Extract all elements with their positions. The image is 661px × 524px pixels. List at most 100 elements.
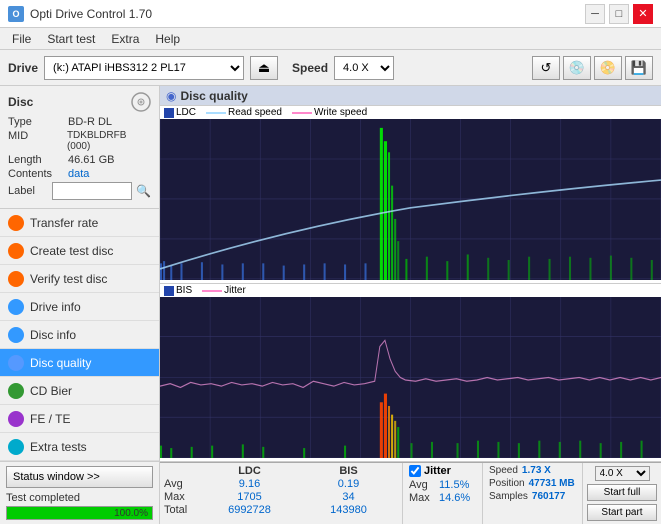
status-window-button[interactable]: Status window >> [6, 466, 153, 488]
disc-info-label: Disc info [30, 328, 76, 342]
menu-start-test[interactable]: Start test [39, 30, 103, 48]
position-label: Position [489, 478, 525, 489]
read-speed-legend-label: Read speed [228, 107, 282, 118]
speed-selector[interactable]: 4.0 X [334, 56, 394, 80]
disc-write-button[interactable]: 📀 [594, 56, 622, 80]
stats-row: LDC BIS Avg 9.16 0.19 Max 1705 34 Tota [160, 462, 661, 524]
menu-help[interactable]: Help [147, 30, 188, 48]
transfer-rate-label: Transfer rate [30, 216, 98, 230]
jitter-avg: 11.5% [439, 479, 469, 491]
cd-bier-icon [8, 383, 24, 399]
disc-info-icon [8, 327, 24, 343]
bis-chart-container: BIS Jitter [160, 284, 661, 462]
label-search-icon[interactable]: 🔍 [136, 184, 151, 198]
close-button[interactable]: ✕ [633, 4, 653, 24]
read-speed-legend-item: Read speed [206, 107, 282, 118]
ldc-chart-container: LDC Read speed Write speed [160, 106, 661, 284]
disc-read-button[interactable]: 💿 [563, 56, 591, 80]
write-speed-legend-label: Write speed [314, 107, 367, 118]
jitter-avg-label: Avg [409, 479, 439, 491]
drive-label: Drive [8, 61, 38, 75]
disc-mid-row: MID TDKBLDRFB (000) [8, 130, 151, 152]
bis-chart-svg: 40 35 30 25 20 15 10 5 20% 16% 12% 8% 4%… [160, 297, 661, 458]
length-value: 46.61 GB [68, 154, 114, 166]
type-value: BD-R DL [68, 116, 112, 128]
speed-info-label: Speed [489, 465, 518, 476]
eject-button[interactable]: ⏏ [250, 56, 278, 80]
ldc-color-box [164, 108, 174, 118]
menu-extra[interactable]: Extra [103, 30, 147, 48]
disc-quality-icon [8, 355, 24, 371]
jitter-stats: Jitter Avg 11.5% Max 14.6% [403, 463, 483, 524]
read-speed-color [206, 112, 226, 114]
extra-tests-label: Extra tests [30, 440, 87, 454]
ldc-avg: 9.16 [200, 478, 299, 490]
title-bar: O Opti Drive Control 1.70 ─ □ ✕ [0, 0, 661, 28]
ldc-total: 6992728 [200, 504, 299, 516]
save-button[interactable]: 💾 [625, 56, 653, 80]
app-icon: O [8, 6, 24, 22]
verify-test-disc-icon [8, 271, 24, 287]
avg-label: Avg [164, 478, 200, 490]
minimize-button[interactable]: ─ [585, 4, 605, 24]
main-area: Disc Type BD-R DL MID TDKBLDRFB (000) Le… [0, 86, 661, 524]
create-test-disc-icon [8, 243, 24, 259]
jitter-legend-item: Jitter [202, 285, 246, 296]
progress-bar: 100.0% [6, 506, 153, 520]
disc-quality-header-icon: ◉ [166, 89, 176, 103]
transfer-rate-icon [8, 215, 24, 231]
samples-val: 760177 [532, 491, 565, 502]
sidebar-item-transfer-rate[interactable]: Transfer rate [0, 209, 159, 237]
jitter-checkbox[interactable] [409, 465, 421, 477]
disc-icon [131, 92, 151, 112]
jitter-max: 14.6% [439, 492, 470, 504]
sidebar-item-drive-info[interactable]: Drive info [0, 293, 159, 321]
disc-quality-title: Disc quality [180, 89, 247, 103]
jitter-max-label: Max [409, 492, 439, 504]
mid-value: TDKBLDRFB (000) [67, 130, 151, 152]
jitter-legend-label: Jitter [224, 285, 246, 296]
bis-header: BIS [299, 465, 398, 477]
bis-legend-item: BIS [164, 285, 192, 296]
ldc-chart-svg: 2000 1500 1000 500 0.0 18X 16X 14X 12X 1… [160, 119, 661, 280]
maximize-button[interactable]: □ [609, 4, 629, 24]
disc-contents-row: Contents data [8, 168, 151, 180]
extra-tests-icon [8, 439, 24, 455]
disc-info-panel: Disc Type BD-R DL MID TDKBLDRFB (000) Le… [0, 86, 159, 209]
sidebar-item-fe-te[interactable]: FE / TE [0, 405, 159, 433]
ldc-legend-item: LDC [164, 107, 196, 118]
sidebar-item-disc-info[interactable]: Disc info [0, 321, 159, 349]
sidebar-item-extra-tests[interactable]: Extra tests [0, 433, 159, 461]
ldc-max: 1705 [200, 491, 299, 503]
bis-avg: 0.19 [299, 478, 398, 490]
speed-label: Speed [292, 61, 328, 75]
jitter-color [202, 290, 222, 292]
action-speed-selector[interactable]: 4.0 X [595, 466, 650, 481]
action-buttons: 4.0 X Start full Start part [583, 463, 661, 524]
refresh-button[interactable]: ↺ [532, 56, 560, 80]
sidebar-item-cd-bier[interactable]: CD Bier [0, 377, 159, 405]
total-label: Total [164, 504, 200, 516]
drive-info-icon [8, 299, 24, 315]
disc-quality-header: ◉ Disc quality [160, 86, 661, 106]
write-speed-color [292, 112, 312, 114]
sidebar-item-disc-quality[interactable]: Disc quality [0, 349, 159, 377]
drive-selector[interactable]: (k:) ATAPI iHBS312 2 PL17 [44, 56, 244, 80]
speed-info-val: 1.73 X [522, 465, 551, 476]
menu-file[interactable]: File [4, 30, 39, 48]
ldc-legend-label: LDC [176, 107, 196, 118]
start-full-button[interactable]: Start full [587, 484, 657, 501]
bis-total: 143980 [299, 504, 398, 516]
nav-items: Transfer rate Create test disc Verify te… [0, 209, 159, 461]
bis-legend-label: BIS [176, 285, 192, 296]
start-part-button[interactable]: Start part [587, 504, 657, 521]
length-label: Length [8, 154, 68, 166]
contents-value: data [68, 168, 89, 180]
write-speed-legend-item: Write speed [292, 107, 367, 118]
sidebar-item-verify-test-disc[interactable]: Verify test disc [0, 265, 159, 293]
status-section: Status window >> Test completed 100.0% [0, 461, 159, 524]
label-input[interactable] [52, 182, 132, 200]
bis-legend: BIS Jitter [160, 284, 661, 297]
sidebar-item-create-test-disc[interactable]: Create test disc [0, 237, 159, 265]
disc-quality-label: Disc quality [30, 356, 91, 370]
